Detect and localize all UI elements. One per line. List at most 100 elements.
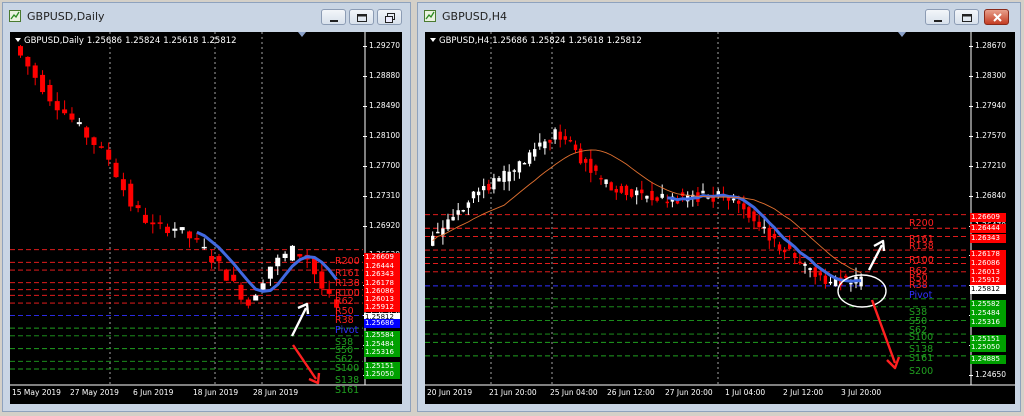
price-tag: 1.26609 [970,213,1006,222]
chart-window-daily[interactable]: GBPUSD,Daily GBPUSD,Daily 1.25686 1.25824 1… [2,2,411,412]
ohlc-low: 1.25618 [163,36,199,46]
maximize-button[interactable] [349,9,374,25]
candle-body [98,146,104,148]
pivot-level-label: Pivot [909,290,933,301]
chart-shift-triangle-icon [898,32,906,37]
price-tick-label: 1.28300 [968,70,1007,80]
window-titlebar[interactable]: GBPUSD,Daily [3,3,410,31]
candle-body [584,159,588,163]
candle-body [216,256,222,262]
candle-body [767,227,771,241]
chart-icon [9,10,21,22]
candle-body [665,201,669,204]
price-tick-label: 1.27940 [968,100,1007,110]
candle-body [701,190,705,194]
chart-symbol: GBPUSD,Daily [24,36,84,46]
candle-body [69,113,75,120]
pivot-level-label: S100 [909,332,934,343]
candle-body [747,207,751,218]
price-scale[interactable]: 1.28670 1.28300 1.27940 1.27570 1.27210 1.268… [968,32,1006,379]
candle-body [737,200,741,204]
candle-body [589,158,593,173]
chart-area[interactable]: GBPUSD,Daily 1.25686 1.25824 1.25618 1.25812… [10,32,402,404]
candle-body [629,189,634,197]
ohlc-low: 1.25618 [568,36,604,46]
chart-area[interactable]: GBPUSD,H4 1.25686 1.25824 1.25618 1.25812 1.… [425,32,1015,404]
candle-body [568,140,573,142]
candle-body [497,177,501,182]
candle-body [640,189,644,194]
price-tag: 1.25050 [364,370,400,379]
candle-body [517,161,522,173]
price-tag: 1.26178 [970,250,1006,259]
candle-body [849,282,853,285]
ohlc-high: 1.25824 [530,36,566,46]
price-tick-label: 1.28880 [362,70,401,80]
candle-body [113,162,119,178]
candle-body [512,170,516,172]
candle-body [326,289,332,294]
window-titlebar[interactable]: GBPUSD,H4 [418,3,1020,31]
down-arrow [292,344,317,380]
ohlc-close: 1.25812 [606,36,642,46]
price-tag: 1.25582 [970,300,1006,309]
time-tick-label: 21 Jun 20:00 [489,388,537,397]
price-tag: 1.25812 [970,285,1006,294]
maximize-button[interactable] [954,9,979,25]
time-tick-label: 1 Jul 04:00 [725,388,766,397]
ohlc-open: 1.25686 [492,36,528,46]
restore-icon [385,13,395,23]
candle-body [476,191,481,196]
moving-average-line [667,193,862,283]
time-axis: 15 May 2019 27 May 2019 6 Jun 2019 18 Jun 2… [10,385,402,404]
candle-body [201,246,207,249]
candle-body [76,122,82,125]
chart-symbol: GBPUSD,H4 [439,36,490,46]
price-scale[interactable]: 1.29270 1.28880 1.28490 1.28100 1.27700 1.273… [362,32,400,379]
price-tick-label: 1.28490 [362,100,401,110]
candle-body [319,271,325,289]
slow-moving-average-line [432,149,862,274]
candle-body [558,131,562,140]
price-tick-label: 1.26840 [968,190,1007,200]
candle-body [135,205,141,209]
price-tick-label: 1.27210 [968,160,1007,170]
candle-body [194,238,200,240]
restore-button[interactable] [377,9,402,25]
time-tick-label: 26 Jun 12:00 [607,388,655,397]
candle-body [675,200,680,204]
candle-body [54,101,60,111]
candle-body [106,149,112,160]
minimize-button[interactable] [925,9,950,25]
candle-body [752,211,756,222]
candle-body [553,129,557,140]
minimize-button[interactable] [321,9,346,25]
candle-body [179,227,185,231]
chart-info: GBPUSD,Daily 1.25686 1.25824 1.25618 1.25812 [15,36,240,46]
down-arrow [870,299,897,364]
candle-body [563,136,567,140]
candle-body [492,178,496,190]
candle-body [487,183,491,191]
close-button[interactable] [984,9,1009,25]
candle-body [231,274,237,281]
candle-body [461,210,465,212]
candle-body [172,228,178,231]
candle-body [660,193,664,198]
candle-body [297,254,303,257]
price-tag: 1.26343 [364,270,400,279]
chart-shift-triangle-icon [430,38,436,42]
window-title: GBPUSD,Daily [27,10,105,23]
candle-body [431,235,435,246]
candle-body [538,142,542,147]
price-tick-label: 1.28100 [362,130,401,140]
candle-body [762,226,766,229]
ohlc-high: 1.25824 [125,36,161,46]
up-arrow [867,244,884,271]
chart-shift-triangle-icon [15,38,21,42]
candle-body [47,84,53,102]
candle-body [471,191,476,199]
minimize-icon [934,20,942,22]
chart-window-h4[interactable]: GBPUSD,H4 GBPUSD,H4 1.25686 1.25824 1.25618… [417,2,1021,412]
price-tag: 1.25912 [364,303,400,312]
